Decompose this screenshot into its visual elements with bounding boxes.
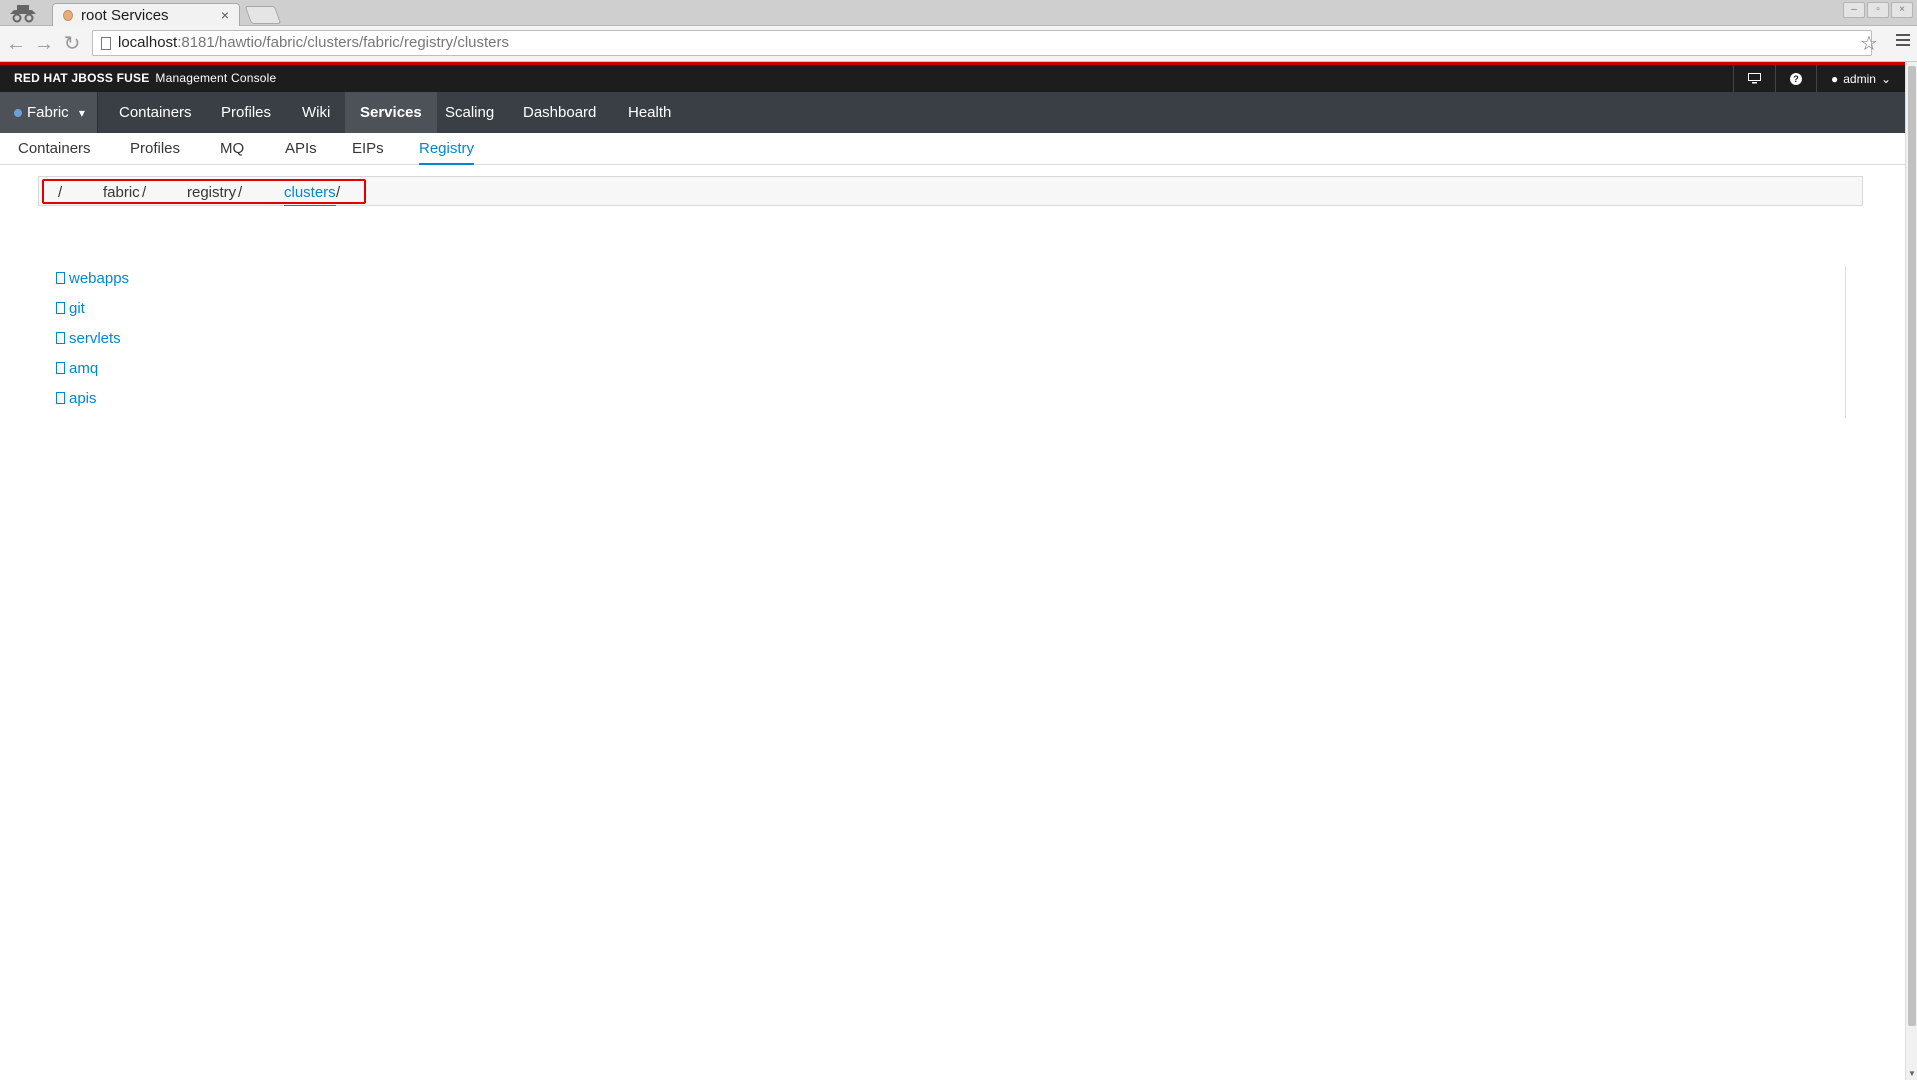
file-icon <box>56 392 65 404</box>
file-icon <box>56 272 65 284</box>
minimize-button[interactable]: – <box>1843 2 1865 18</box>
entry-label[interactable]: amq <box>69 360 98 377</box>
nav-profiles[interactable]: Profiles <box>206 92 286 133</box>
subnav-apis[interactable]: APIs <box>285 140 317 157</box>
list-item[interactable]: webapps <box>56 270 129 292</box>
subnav-active-indicator <box>419 163 474 165</box>
main-nav: Fabric ▾ Containers Profiles Wiki Servic… <box>0 92 1905 133</box>
nav-dashboard[interactable]: Dashboard <box>508 92 611 133</box>
address-toolbar: ← → ↻ localhost:8181/hawtio/fabric/clust… <box>0 26 1917 62</box>
subnav-registry[interactable]: Registry <box>419 140 474 157</box>
forward-icon[interactable]: → <box>32 33 56 55</box>
breadcrumb-root[interactable]: / <box>58 184 62 201</box>
breadcrumb-separator: / <box>238 184 243 201</box>
browser-tab-bar: root Services × – ▫ × <box>0 0 1917 27</box>
entry-label[interactable]: apis <box>69 390 97 407</box>
help-icon[interactable]: ? <box>1775 65 1816 92</box>
brand-logo: RED HAT JBOSS FUSE Management Console <box>14 71 277 85</box>
nav-health[interactable]: Health <box>613 92 686 133</box>
breadcrumb-separator: / <box>336 184 341 201</box>
nav-scaling[interactable]: Scaling <box>430 92 509 133</box>
browser-menu-icon[interactable] <box>1896 34 1910 49</box>
breadcrumb-registry[interactable]: registry <box>187 184 236 201</box>
file-icon <box>56 362 65 374</box>
file-icon <box>56 332 65 344</box>
list-item[interactable]: servlets <box>56 330 121 352</box>
subnav-profiles[interactable]: Profiles <box>130 140 180 157</box>
nav-containers[interactable]: Containers <box>104 92 207 133</box>
entry-label[interactable]: webapps <box>69 270 129 287</box>
breadcrumb-active-underline <box>284 205 336 206</box>
fabric-icon <box>14 109 22 118</box>
close-window-button[interactable]: × <box>1891 2 1913 18</box>
nav-services[interactable]: Services <box>345 92 437 133</box>
content-divider <box>1845 266 1846 418</box>
entry-label[interactable]: git <box>69 300 85 317</box>
sub-nav: Containers Profiles MQ APIs EIPs Registr… <box>0 133 1905 165</box>
page-icon <box>101 37 111 50</box>
list-item[interactable]: amq <box>56 360 98 382</box>
list-item[interactable]: apis <box>56 390 97 412</box>
back-icon[interactable]: ← <box>4 33 28 55</box>
subnav-mq[interactable]: MQ <box>220 140 244 157</box>
brand-bar: RED HAT JBOSS FUSE Management Console ? ●… <box>0 65 1905 92</box>
page-scrollbar[interactable]: ▼ <box>1905 62 1917 1080</box>
browser-tab[interactable]: root Services × <box>52 3 240 27</box>
subnav-eips[interactable]: EIPs <box>352 140 384 157</box>
url-field[interactable]: localhost:8181/hawtio/fabric/clusters/fa… <box>92 30 1872 56</box>
tab-close-button[interactable]: × <box>221 7 229 23</box>
list-item[interactable]: git <box>56 300 85 322</box>
bookmark-star-icon[interactable]: ☆ <box>1860 31 1878 56</box>
file-icon <box>56 302 65 314</box>
user-icon: ● <box>1831 71 1839 86</box>
reload-icon[interactable]: ↻ <box>60 33 84 55</box>
monitor-icon[interactable] <box>1733 65 1775 92</box>
chevron-down-icon: ⌄ <box>1880 71 1891 86</box>
scroll-down-icon[interactable]: ▼ <box>1908 1069 1916 1078</box>
chevron-down-icon: ▾ <box>78 106 85 120</box>
subnav-containers[interactable]: Containers <box>18 140 91 157</box>
fabric-selector[interactable]: Fabric ▾ <box>0 92 98 133</box>
scrollbar-thumb[interactable] <box>1908 66 1916 1026</box>
restore-button[interactable]: ▫ <box>1867 2 1889 18</box>
breadcrumb-clusters[interactable]: clusters <box>284 184 336 201</box>
entry-label[interactable]: servlets <box>69 330 121 347</box>
new-tab-button[interactable] <box>244 6 282 24</box>
tab-title: root Services <box>81 7 169 24</box>
favicon-icon <box>63 10 73 21</box>
window-controls: – ▫ × <box>1843 2 1913 18</box>
nav-wiki[interactable]: Wiki <box>287 92 345 133</box>
header-utilities: ? ● admin ⌄ <box>1733 65 1905 92</box>
breadcrumb-separator: / <box>142 184 147 201</box>
incognito-icon <box>10 5 36 23</box>
breadcrumb-fabric[interactable]: fabric <box>103 184 140 201</box>
user-menu[interactable]: ● admin ⌄ <box>1816 65 1905 92</box>
user-name: admin <box>1843 71 1876 86</box>
url-text: localhost:8181/hawtio/fabric/clusters/fa… <box>118 34 509 51</box>
